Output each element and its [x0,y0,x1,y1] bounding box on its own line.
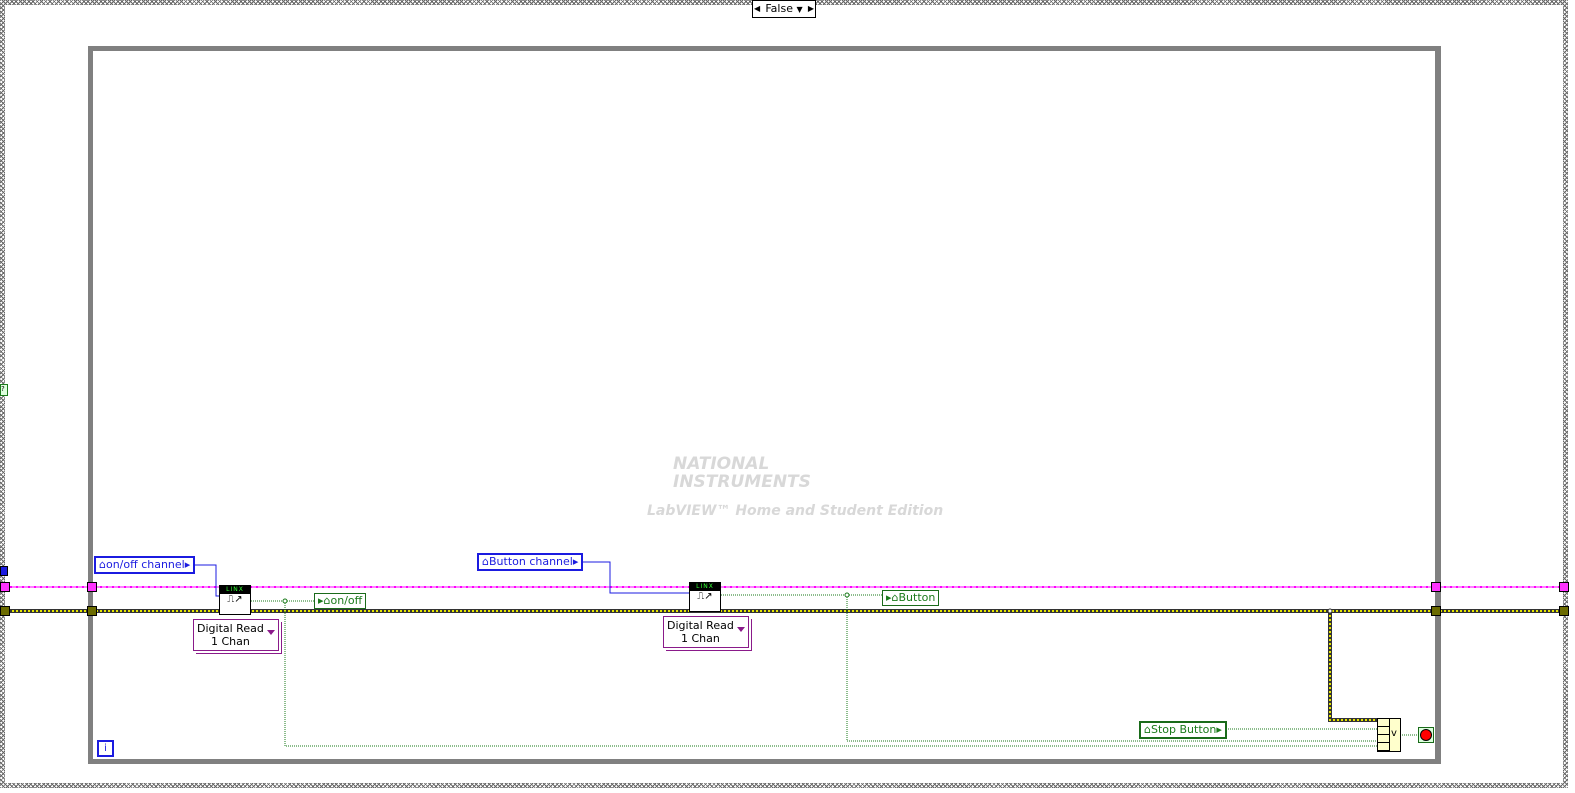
linx-digital-read-2[interactable]: LINX ⎍↗ [689,582,721,612]
wires [0,561,1568,747]
watermark: NATIONAL INSTRUMENTS LabVIEW™ Home and S… [625,455,943,519]
digital-read-icon: ⎍↗ [697,591,713,602]
case-tunnel-pink-out[interactable] [1559,582,1569,592]
button-indicator[interactable]: ▸⌂Button [882,590,940,606]
case-tunnel-error-out[interactable] [1559,606,1569,616]
loop-tunnel-pink-in[interactable] [87,582,97,592]
compound-or-function[interactable]: v [1377,718,1401,752]
tunnel-left-error[interactable] [0,606,10,616]
loop-tunnel-error-in[interactable] [87,606,97,616]
digital-read-icon: ⎍↗ [227,594,243,605]
shift-register-left-pink[interactable] [0,582,10,592]
polymorphic-selector-1[interactable]: Digital Read 1 Chan [193,619,279,651]
selector-terminal[interactable]: ? [0,384,8,396]
linx-digital-read-1[interactable]: LINX ⎍↗ [219,585,251,615]
loop-tunnel-error-out[interactable] [1431,606,1441,616]
dropdown-icon [736,627,745,632]
button-channel-control[interactable]: ⌂Button channel▸ [477,553,584,571]
iteration-terminal[interactable]: i [97,740,114,757]
stop-button-control[interactable]: ⌂Stop Button▸ [1139,721,1227,739]
onoff-channel-control[interactable]: ⌂on/off channel▸ [94,556,196,574]
loop-tunnel-pink-out[interactable] [1431,582,1441,592]
polymorphic-selector-2[interactable]: Digital Read 1 Chan [663,616,749,648]
tunnel-left-blue [0,566,8,576]
dropdown-icon [266,630,275,635]
onoff-indicator[interactable]: ▸⌂on/off [314,593,367,609]
ni-logo: NATIONAL INSTRUMENTS [673,454,811,492]
loop-condition-stop-icon[interactable] [1418,727,1434,743]
